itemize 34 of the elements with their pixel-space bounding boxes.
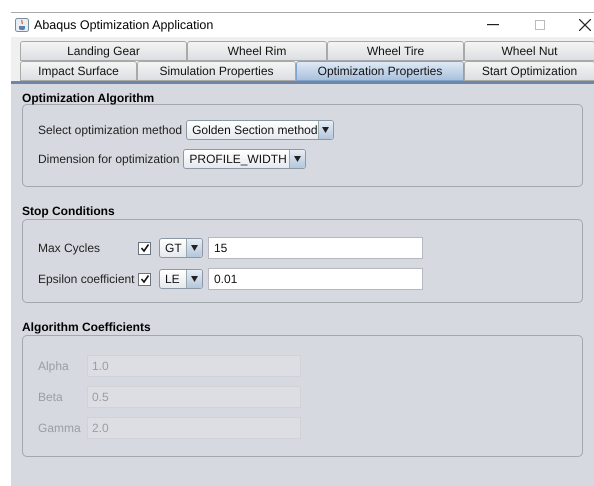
dropdown-arrow-icon: [191, 245, 198, 251]
field-label: Max Cycles: [38, 240, 102, 257]
field-label: Alpha: [38, 358, 70, 375]
field-label: Select optimization method: [38, 122, 182, 139]
section-title: Optimization Algorithm: [22, 90, 156, 106]
field-label: Dimension for optimization: [38, 151, 180, 168]
section-title: Stop Conditions: [22, 203, 116, 219]
field-label: Beta: [38, 389, 64, 406]
java-cup-icon: [15, 18, 29, 32]
input-field[interactable]: 0.01: [208, 268, 423, 290]
tab[interactable]: Wheel Tire: [327, 41, 464, 61]
tab[interactable]: Landing Gear: [20, 41, 187, 61]
tab[interactable]: Start Optimization: [464, 61, 594, 81]
checkbox[interactable]: [138, 272, 151, 286]
tab[interactable]: Wheel Nut: [464, 41, 594, 61]
dropdown-arrow-icon: [322, 127, 330, 133]
close-icon[interactable]: [579, 19, 591, 31]
checkbox[interactable]: [138, 242, 151, 254]
dropdown[interactable]: GT: [159, 238, 203, 258]
tab[interactable]: Wheel Rim: [187, 41, 327, 61]
dropdown[interactable]: PROFILE_WIDTH: [183, 149, 306, 169]
dropdown-arrow-icon: [191, 276, 198, 282]
dropdown[interactable]: LE: [159, 269, 203, 289]
input-field[interactable]: 15: [208, 237, 423, 259]
tab[interactable]: Impact Surface: [20, 61, 137, 81]
dropdown[interactable]: Golden Section method: [186, 120, 334, 140]
window-title: Abaqus Optimization Application: [34, 16, 214, 34]
section-title: Algorithm Coefficients: [22, 319, 152, 335]
dropdown-arrow-icon: [294, 156, 302, 162]
minimize-icon[interactable]: [487, 24, 499, 26]
tab[interactable]: Optimization Properties: [296, 61, 464, 81]
tab[interactable]: Simulation Properties: [137, 61, 296, 81]
field-label: Gamma: [38, 420, 82, 437]
field-label: Epsilon coefficient: [38, 271, 136, 288]
